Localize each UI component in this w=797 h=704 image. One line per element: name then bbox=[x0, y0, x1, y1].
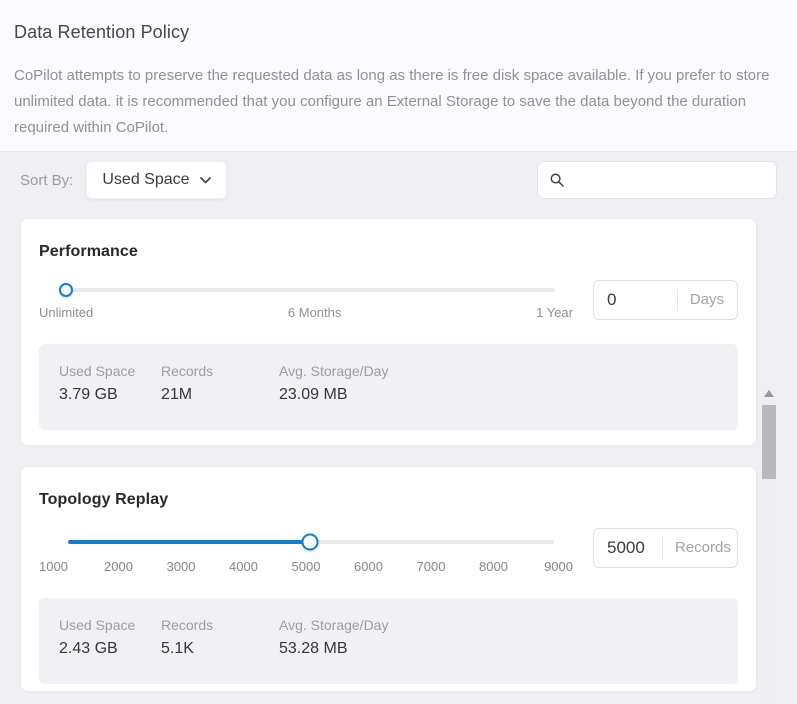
mark-2000: 2000 bbox=[92, 559, 146, 574]
mark-6000: 6000 bbox=[342, 559, 396, 574]
stat-value: 21M bbox=[161, 386, 279, 404]
stat-value: 2.43 GB bbox=[59, 640, 161, 658]
topology-slider-col: 1000 2000 3000 4000 5000 6000 7000 8000 … bbox=[39, 528, 593, 574]
stat-records: Records 5.1K bbox=[161, 617, 279, 684]
stat-records: Records 21M bbox=[161, 363, 279, 430]
scroll-up-arrow-icon[interactable] bbox=[764, 390, 774, 397]
topology-retention-slider[interactable] bbox=[68, 534, 554, 550]
mark-5000: 5000 bbox=[279, 559, 333, 574]
performance-slider-row: Unlimited 6 Months 1 Year Days bbox=[39, 280, 738, 320]
mark-4000: 4000 bbox=[217, 559, 271, 574]
performance-stats-panel: Used Space 3.79 GB Records 21M Avg. Stor… bbox=[39, 344, 738, 430]
sort-by-label: Sort By: bbox=[20, 172, 73, 189]
card-performance: Performance Unlimited 6 Months 1 Year bbox=[20, 218, 757, 446]
topology-slider-row: 1000 2000 3000 4000 5000 6000 7000 8000 … bbox=[39, 528, 738, 574]
performance-days-inputbox[interactable]: Days bbox=[593, 280, 738, 320]
slider-fill bbox=[68, 540, 310, 544]
topology-records-input[interactable] bbox=[594, 538, 662, 558]
topology-records-inputbox[interactable]: Records bbox=[593, 528, 738, 568]
performance-slider-col: Unlimited 6 Months 1 Year bbox=[39, 280, 593, 320]
topology-slider-marks: 1000 2000 3000 4000 5000 6000 7000 8000 … bbox=[39, 559, 573, 574]
retention-cards: Performance Unlimited 6 Months 1 Year bbox=[20, 218, 757, 692]
stat-used-space: Used Space 3.79 GB bbox=[59, 363, 161, 430]
search-input[interactable] bbox=[572, 172, 766, 188]
stat-used-space: Used Space 2.43 GB bbox=[59, 617, 161, 684]
card-topology-replay: Topology Replay 1000 2000 3000 bbox=[20, 466, 757, 692]
card-title-performance: Performance bbox=[39, 219, 738, 261]
page-header: Data Retention Policy CoPilot attempts t… bbox=[0, 0, 797, 152]
sort-dropdown-value: Used Space bbox=[102, 171, 189, 189]
stat-avg-storage: Avg. Storage/Day 23.09 MB bbox=[279, 363, 718, 430]
slider-track[interactable] bbox=[61, 288, 555, 292]
sort-dropdown[interactable]: Used Space bbox=[86, 161, 226, 199]
data-retention-page: Data Retention Policy CoPilot attempts t… bbox=[0, 0, 797, 704]
mark-6-months: 6 Months bbox=[288, 305, 341, 320]
topology-records-unit: Records bbox=[662, 537, 738, 559]
content-area: Sort By: Used Space Performance bbox=[0, 161, 797, 704]
stat-label: Avg. Storage/Day bbox=[279, 617, 718, 633]
stat-label: Avg. Storage/Day bbox=[279, 363, 718, 379]
topology-stats-panel: Used Space 2.43 GB Records 5.1K Avg. Sto… bbox=[39, 598, 738, 684]
mark-1-year: 1 Year bbox=[536, 305, 573, 320]
stat-label: Used Space bbox=[59, 363, 161, 379]
stat-value: 53.28 MB bbox=[279, 640, 718, 658]
search-box[interactable] bbox=[537, 161, 777, 199]
chevron-down-icon bbox=[200, 177, 211, 184]
mark-unlimited: Unlimited bbox=[39, 305, 93, 320]
stat-label: Records bbox=[161, 617, 279, 633]
stat-value: 23.09 MB bbox=[279, 386, 718, 404]
scrollbar-thumb[interactable] bbox=[762, 405, 776, 479]
page-description: CoPilot attempts to preserve the request… bbox=[14, 63, 781, 141]
mark-3000: 3000 bbox=[154, 559, 208, 574]
stat-avg-storage: Avg. Storage/Day 53.28 MB bbox=[279, 617, 718, 684]
search-icon bbox=[550, 173, 564, 187]
stat-label: Used Space bbox=[59, 617, 161, 633]
toolbar: Sort By: Used Space bbox=[20, 161, 777, 199]
performance-slider-marks: Unlimited 6 Months 1 Year bbox=[39, 305, 573, 320]
mark-9000: 9000 bbox=[529, 559, 573, 574]
scrollbar[interactable] bbox=[762, 383, 776, 704]
performance-days-input[interactable] bbox=[594, 290, 662, 310]
slider-handle[interactable] bbox=[302, 534, 319, 551]
mark-8000: 8000 bbox=[467, 559, 521, 574]
stat-label: Records bbox=[161, 363, 279, 379]
page-title: Data Retention Policy bbox=[14, 22, 781, 43]
card-title-topology-replay: Topology Replay bbox=[39, 467, 738, 509]
performance-retention-slider[interactable] bbox=[61, 282, 555, 298]
mark-7000: 7000 bbox=[404, 559, 458, 574]
mark-1000: 1000 bbox=[39, 559, 83, 574]
performance-days-unit: Days bbox=[677, 289, 737, 311]
stat-value: 5.1K bbox=[161, 640, 279, 658]
stat-value: 3.79 GB bbox=[59, 386, 161, 404]
slider-handle[interactable] bbox=[59, 283, 73, 297]
